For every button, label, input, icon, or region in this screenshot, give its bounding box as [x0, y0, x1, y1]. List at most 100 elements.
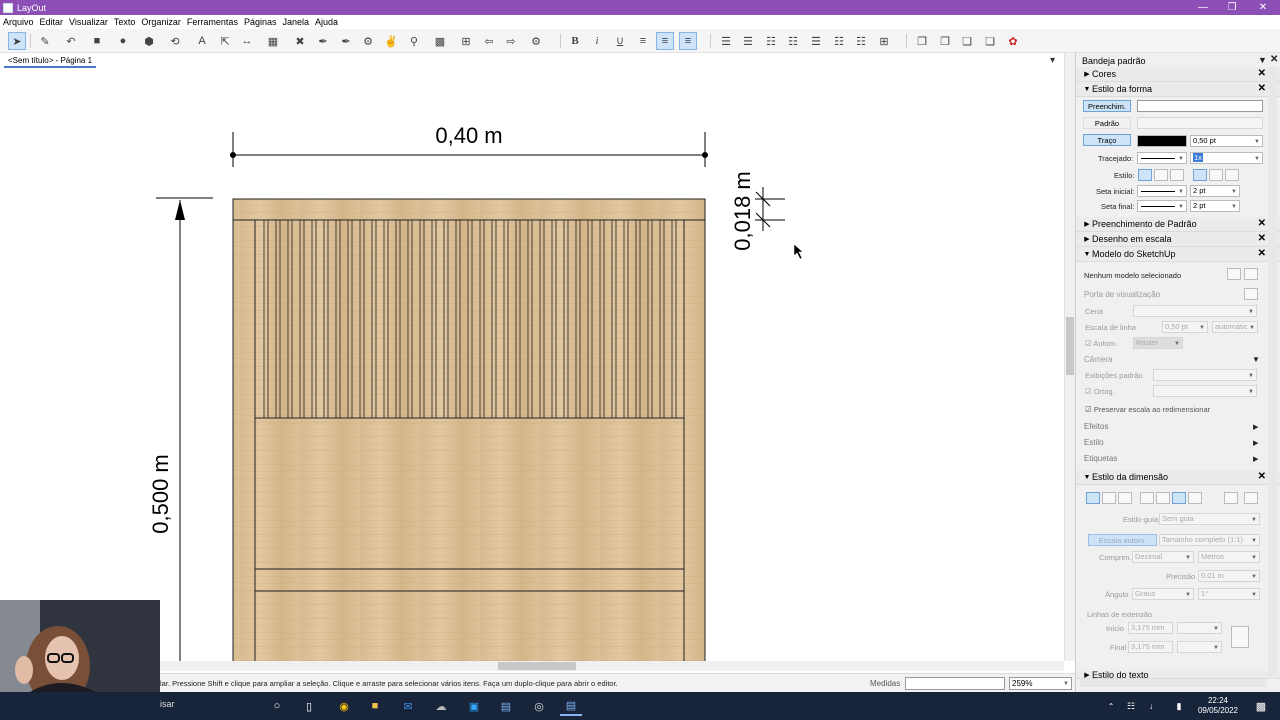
- viewport-edit-icon[interactable]: [1244, 288, 1258, 300]
- menu-ferramentas[interactable]: Ferramentas: [187, 17, 238, 27]
- minimize-icon[interactable]: —: [1188, 0, 1218, 15]
- start-offset-input[interactable]: 3,175 mm: [1128, 622, 1173, 634]
- align-left-icon[interactable]: ≡: [634, 32, 652, 50]
- section-modelo-sketchup[interactable]: ▼ Modelo do SketchUp ✕: [1076, 247, 1280, 262]
- auto-scale-button[interactable]: Escala autom.: [1088, 534, 1157, 546]
- effects-expand-icon[interactable]: ▶: [1253, 423, 1258, 431]
- close-icon[interactable]: ✕: [1258, 83, 1266, 94]
- bold-button[interactable]: B: [566, 32, 584, 50]
- underline-button[interactable]: U: [611, 32, 629, 50]
- ungroup-icon[interactable]: ❐: [936, 32, 954, 50]
- menu-ajuda[interactable]: Ajuda: [315, 17, 338, 27]
- horizontal-scroll-thumb[interactable]: [498, 662, 576, 670]
- align-right-icon[interactable]: ≡: [679, 32, 697, 50]
- scale-select[interactable]: Tamanho completo (1:1) ▼: [1159, 534, 1260, 546]
- line-tool-icon[interactable]: ✎: [36, 32, 54, 50]
- camera-collapse-icon[interactable]: ▼: [1252, 355, 1260, 364]
- panel-horizontal-scrollbar[interactable]: [1080, 679, 1266, 687]
- cap-style-icon[interactable]: [1154, 169, 1168, 181]
- close-icon[interactable]: ✕: [1258, 248, 1266, 259]
- prev-page-icon[interactable]: ⇦: [480, 32, 498, 50]
- dimension-tool-icon[interactable]: ↔: [238, 32, 256, 50]
- dash-scale-select[interactable]: 1x ▼: [1190, 152, 1263, 164]
- tab-document[interactable]: <Sem título> - Página 1: [4, 54, 97, 68]
- zoom-tool-icon[interactable]: ⚲: [405, 32, 423, 50]
- menu-texto[interactable]: Texto: [114, 17, 136, 27]
- select-tool-icon[interactable]: ➤: [8, 32, 26, 50]
- grid-settings-icon[interactable]: ⚙: [527, 32, 545, 50]
- tab-menu-icon[interactable]: ▾: [1050, 55, 1055, 66]
- angle-precision-select[interactable]: 1° ▼: [1198, 588, 1260, 600]
- bring-front-icon[interactable]: ❏: [958, 32, 976, 50]
- presentation-icon[interactable]: ▩: [431, 32, 449, 50]
- italic-button[interactable]: i: [588, 32, 606, 50]
- vertical-scroll-thumb[interactable]: [1066, 317, 1074, 375]
- dim-flip-icon[interactable]: [1224, 492, 1238, 504]
- notifications-icon[interactable]: ▩: [1250, 696, 1272, 716]
- ortho-scale-select[interactable]: ▼: [1153, 385, 1257, 397]
- space-horizontal-icon[interactable]: ⊞: [875, 32, 893, 50]
- add-page-icon[interactable]: ⊞: [457, 32, 475, 50]
- dim-text-above-icon[interactable]: [1086, 492, 1100, 504]
- section-cores[interactable]: ▶ Cores ✕: [1076, 67, 1280, 82]
- start-arrow-size-select[interactable]: 2 pt ▼: [1190, 185, 1240, 197]
- height-dimension-text[interactable]: 0,500 m: [148, 454, 173, 534]
- tray-close-icon[interactable]: ✕: [1270, 54, 1278, 65]
- section-desenho-escala[interactable]: ▶ Desenho em escala ✕: [1076, 232, 1280, 247]
- dim-align-icon[interactable]: [1172, 492, 1186, 504]
- align-objects-bottom-icon[interactable]: ☷: [784, 32, 802, 50]
- menu-arquivo[interactable]: Arquivo: [3, 17, 34, 27]
- guide-style-select[interactable]: Sem guia ▼: [1159, 513, 1260, 525]
- render-mode-select[interactable]: automátic ▼: [1212, 321, 1258, 333]
- section-estilo-texto[interactable]: ▶ Estilo do texto: [1076, 671, 1280, 679]
- tags-expand-icon[interactable]: ▶: [1253, 455, 1258, 463]
- dim-align-icon[interactable]: [1140, 492, 1154, 504]
- dim-align-icon[interactable]: [1188, 492, 1202, 504]
- menu-visualizar[interactable]: Visualizar: [69, 17, 108, 27]
- taskbar-search[interactable]: isar: [160, 699, 175, 709]
- stroke-color-swatch[interactable]: [1137, 135, 1187, 147]
- ortho-checkbox[interactable]: ☑ Ortog.: [1085, 387, 1115, 396]
- style-tool-icon[interactable]: ✒: [314, 32, 332, 50]
- stroke-width-select[interactable]: 0,50 pt ▼: [1190, 135, 1263, 147]
- line-scale-select[interactable]: 0,50 pt ▼: [1162, 321, 1208, 333]
- horizontal-scrollbar[interactable]: [160, 661, 1064, 671]
- obs-icon[interactable]: ◎: [528, 696, 550, 716]
- width-dimension-text[interactable]: 0,40 m: [435, 123, 502, 148]
- center-vertical-icon[interactable]: ☰: [807, 32, 825, 50]
- offset-tool-icon[interactable]: ⟲: [166, 32, 184, 50]
- eraser-tool-icon[interactable]: ✖: [291, 32, 309, 50]
- dim-text-inline-icon[interactable]: [1102, 492, 1116, 504]
- tray-network-icon[interactable]: ☷: [1120, 696, 1142, 716]
- cortana-icon[interactable]: ○: [266, 696, 288, 716]
- space-vertical-icon[interactable]: ☷: [852, 32, 870, 50]
- join-tool-icon[interactable]: ⚙: [359, 32, 377, 50]
- standard-views-select[interactable]: ▼: [1153, 369, 1257, 381]
- pan-tool-icon[interactable]: ✌: [382, 32, 400, 50]
- align-objects-right-icon[interactable]: ☰: [739, 32, 757, 50]
- style-expand-icon[interactable]: ▶: [1253, 439, 1258, 447]
- photoshop-icon[interactable]: ▣: [463, 696, 485, 716]
- arc-tool-icon[interactable]: ↶: [62, 32, 80, 50]
- menu-paginas[interactable]: Páginas: [244, 17, 277, 27]
- section-preenchimento-padrao[interactable]: ▶ Preenchimento de Padrão ✕: [1076, 217, 1280, 232]
- align-objects-left-icon[interactable]: ☰: [717, 32, 735, 50]
- close-window-icon[interactable]: ✕: [1248, 0, 1278, 15]
- angle-unit-select[interactable]: Graus ▼: [1132, 588, 1194, 600]
- dim-text-below-icon[interactable]: [1118, 492, 1132, 504]
- link-offsets-icon[interactable]: [1231, 626, 1249, 648]
- cap-style-icon[interactable]: [1138, 169, 1152, 181]
- length-format-select[interactable]: Decimal ▼: [1132, 551, 1194, 563]
- scene-select[interactable]: ▼: [1133, 305, 1257, 317]
- sketchup-taskbar-icon[interactable]: ▤: [495, 696, 517, 716]
- sketchup-icon[interactable]: ✿: [1004, 32, 1022, 50]
- restore-icon[interactable]: ❐: [1217, 0, 1247, 15]
- end-offset-unit-select[interactable]: ▼: [1177, 641, 1222, 653]
- pattern-swatch[interactable]: [1137, 117, 1263, 129]
- table-tool-icon[interactable]: ▦: [264, 32, 282, 50]
- mail-icon[interactable]: ✉: [397, 696, 419, 716]
- fill-color-swatch[interactable]: [1137, 100, 1263, 112]
- dim-align-icon[interactable]: [1156, 492, 1170, 504]
- menu-editar[interactable]: Editar: [40, 17, 64, 27]
- align-objects-top-icon[interactable]: ☷: [762, 32, 780, 50]
